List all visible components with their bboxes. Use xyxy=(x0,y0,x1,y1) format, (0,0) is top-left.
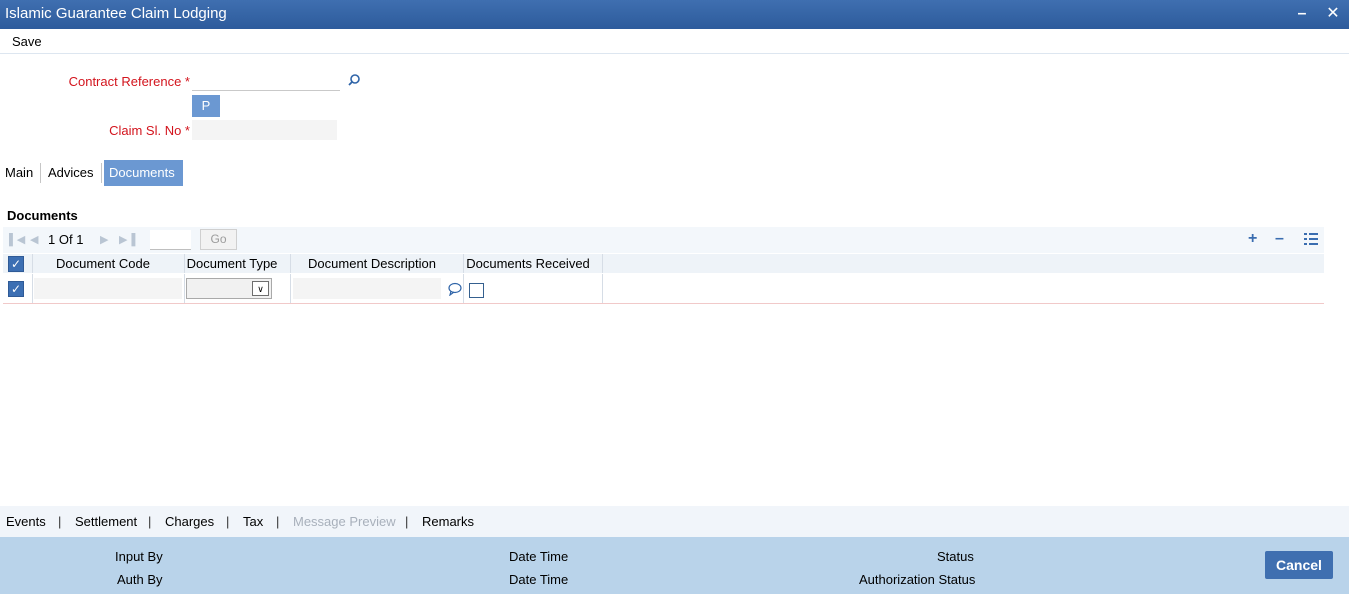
authorization-status-label: Authorization Status xyxy=(859,572,976,587)
remarks-link[interactable]: Remarks xyxy=(422,514,474,529)
column-header: Document Description xyxy=(308,256,436,271)
document-description-input[interactable] xyxy=(293,278,441,299)
comment-icon[interactable] xyxy=(448,282,462,297)
of-label: Of xyxy=(58,232,73,247)
search-icon[interactable] xyxy=(346,72,362,88)
cancel-button[interactable]: Cancel xyxy=(1265,551,1333,579)
save-button[interactable]: Save xyxy=(12,34,42,49)
page-count: 1 Of 1 xyxy=(48,232,83,247)
title-bar: Islamic Guarantee Claim Lodging – ✕ xyxy=(0,0,1349,29)
dropdown-arrow-icon: ∨ xyxy=(252,281,269,296)
close-icon[interactable]: ✕ xyxy=(1323,3,1343,25)
row-select-checkbox[interactable]: ✓ xyxy=(8,281,24,297)
current-page: 1 xyxy=(48,232,56,247)
documents-section-title: Documents xyxy=(7,208,78,223)
last-page-icon[interactable]: ▶▐ xyxy=(119,233,135,246)
tab-main[interactable]: Main xyxy=(0,160,38,186)
document-type-select[interactable]: ∨ xyxy=(186,278,272,299)
column-header: Document Type xyxy=(186,256,278,271)
table-row: ✓ ∨ xyxy=(3,274,1324,304)
audit-bar: Input By Auth By Date Time Date Time Sta… xyxy=(0,537,1349,594)
auth-by-label: Auth By xyxy=(117,572,163,587)
claim-sl-no-input[interactable] xyxy=(192,120,337,140)
charges-link[interactable]: Charges xyxy=(165,514,214,529)
tax-link[interactable]: Tax xyxy=(243,514,263,529)
column-header: Documents Received xyxy=(466,256,590,271)
first-page-icon[interactable]: ▌◀ xyxy=(9,233,25,246)
grid-header: ✓ Document Code Document Type Document D… xyxy=(3,254,1324,273)
p-button[interactable]: P xyxy=(192,95,220,117)
column-header: Document Code xyxy=(56,256,150,271)
date-time-label: Date Time xyxy=(509,572,569,587)
tab-advices[interactable]: Advices xyxy=(43,160,99,186)
message-preview-link: Message Preview xyxy=(293,514,396,529)
tab-divider xyxy=(40,163,41,183)
document-code-input[interactable] xyxy=(34,278,182,299)
next-page-icon[interactable]: ▶ xyxy=(100,233,108,246)
contract-reference-input[interactable] xyxy=(192,71,340,91)
claim-sl-no-label: Claim Sl. No * xyxy=(109,123,190,138)
grid-pager: ▌◀ ◀ 1 Of 1 ▶ ▶▐ Go + – xyxy=(3,227,1324,253)
window-title: Islamic Guarantee Claim Lodging xyxy=(5,5,227,22)
footer-links-bar: Events | Settlement | Charges | Tax | Me… xyxy=(0,506,1349,537)
add-row-icon[interactable]: + xyxy=(1248,230,1257,248)
contract-reference-label: Contract Reference * xyxy=(68,74,190,89)
input-by-label: Input By xyxy=(115,549,163,564)
documents-received-checkbox[interactable] xyxy=(469,283,484,298)
tab-documents[interactable]: Documents xyxy=(104,160,183,186)
date-time-label: Date Time xyxy=(509,549,569,564)
tab-divider xyxy=(101,163,102,183)
events-link[interactable]: Events xyxy=(6,514,46,529)
prev-page-icon[interactable]: ◀ xyxy=(30,233,38,246)
minimize-icon[interactable]: – xyxy=(1292,3,1312,25)
settlement-link[interactable]: Settlement xyxy=(75,514,137,529)
status-label: Status xyxy=(937,549,974,564)
total-pages: 1 xyxy=(76,232,84,247)
select-all-checkbox[interactable]: ✓ xyxy=(8,256,24,272)
delete-row-icon[interactable]: – xyxy=(1275,230,1284,248)
view-single-row-icon[interactable] xyxy=(1304,232,1318,251)
menu-bar: Save xyxy=(0,29,1349,54)
page-number-input[interactable] xyxy=(150,230,191,250)
go-button[interactable]: Go xyxy=(200,229,237,250)
